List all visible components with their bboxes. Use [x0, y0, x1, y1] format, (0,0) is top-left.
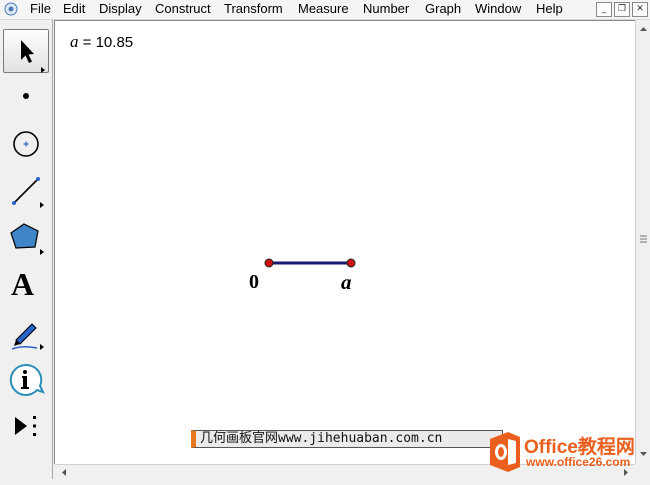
circle-icon — [13, 131, 39, 157]
polygon-tool[interactable] — [3, 215, 49, 259]
point-icon — [23, 93, 29, 99]
arrow-select-tool[interactable] — [3, 29, 49, 73]
menu-display[interactable]: Display — [99, 1, 142, 17]
menu-help[interactable]: Help — [536, 1, 563, 17]
menu-window[interactable]: Window — [475, 1, 521, 17]
pentagon-icon — [10, 223, 44, 255]
scroll-left-icon[interactable] — [62, 469, 66, 476]
marker-pen-icon — [11, 323, 44, 350]
construction-layer: 0 a — [249, 258, 356, 294]
menu-edit[interactable]: Edit — [63, 1, 85, 17]
info-icon — [9, 363, 45, 396]
scroll-grip-icon[interactable] — [640, 235, 647, 243]
menu-graph[interactable]: Graph — [425, 1, 461, 17]
vertical-scrollbar[interactable] — [635, 20, 650, 463]
logo-url: www.office26.com — [526, 455, 631, 469]
menu-transform[interactable]: Transform — [224, 1, 283, 17]
menu-bar: File Edit Display Construct Transform Me… — [0, 0, 650, 20]
office-logo-icon — [490, 432, 520, 472]
straightedge-tool[interactable] — [3, 168, 49, 212]
point-a[interactable] — [346, 258, 356, 268]
label-0[interactable]: 0 — [249, 271, 259, 293]
text-a-icon: A — [11, 266, 35, 302]
menu-number[interactable]: Number — [363, 1, 409, 17]
menu-measure[interactable]: Measure — [298, 1, 349, 17]
close-button[interactable]: ✕ — [632, 2, 648, 17]
banner-text: 几何画板官网www.jihehuaban.com.cn — [200, 431, 443, 446]
website-banner: 几何画板官网www.jihehuaban.com.cn — [191, 430, 503, 448]
sketch-canvas[interactable]: a = 10.85 0 a — [54, 20, 635, 464]
menu-file[interactable]: File — [30, 1, 51, 17]
scroll-up-icon[interactable] — [640, 27, 647, 31]
sketchpad-app-icon[interactable] — [4, 2, 18, 16]
minimize-button[interactable]: _ — [596, 2, 612, 17]
information-tool[interactable] — [3, 357, 49, 401]
arrow-icon — [21, 40, 45, 73]
label-a[interactable]: a — [341, 270, 352, 294]
point-0[interactable] — [264, 258, 274, 268]
point-tool[interactable] — [3, 74, 49, 118]
restore-button[interactable]: ❐ — [614, 2, 630, 17]
office-logo: Office教程网 www.office26.com — [486, 429, 650, 475]
custom-tools[interactable] — [3, 404, 49, 448]
marker-tool[interactable] — [3, 310, 49, 354]
text-tool[interactable]: A — [3, 262, 49, 306]
line-segment-icon — [12, 177, 44, 208]
menu-construct[interactable]: Construct — [155, 1, 211, 17]
compass-tool[interactable] — [3, 121, 49, 165]
toolbox: A — [0, 20, 53, 479]
play-more-icon — [15, 416, 36, 436]
